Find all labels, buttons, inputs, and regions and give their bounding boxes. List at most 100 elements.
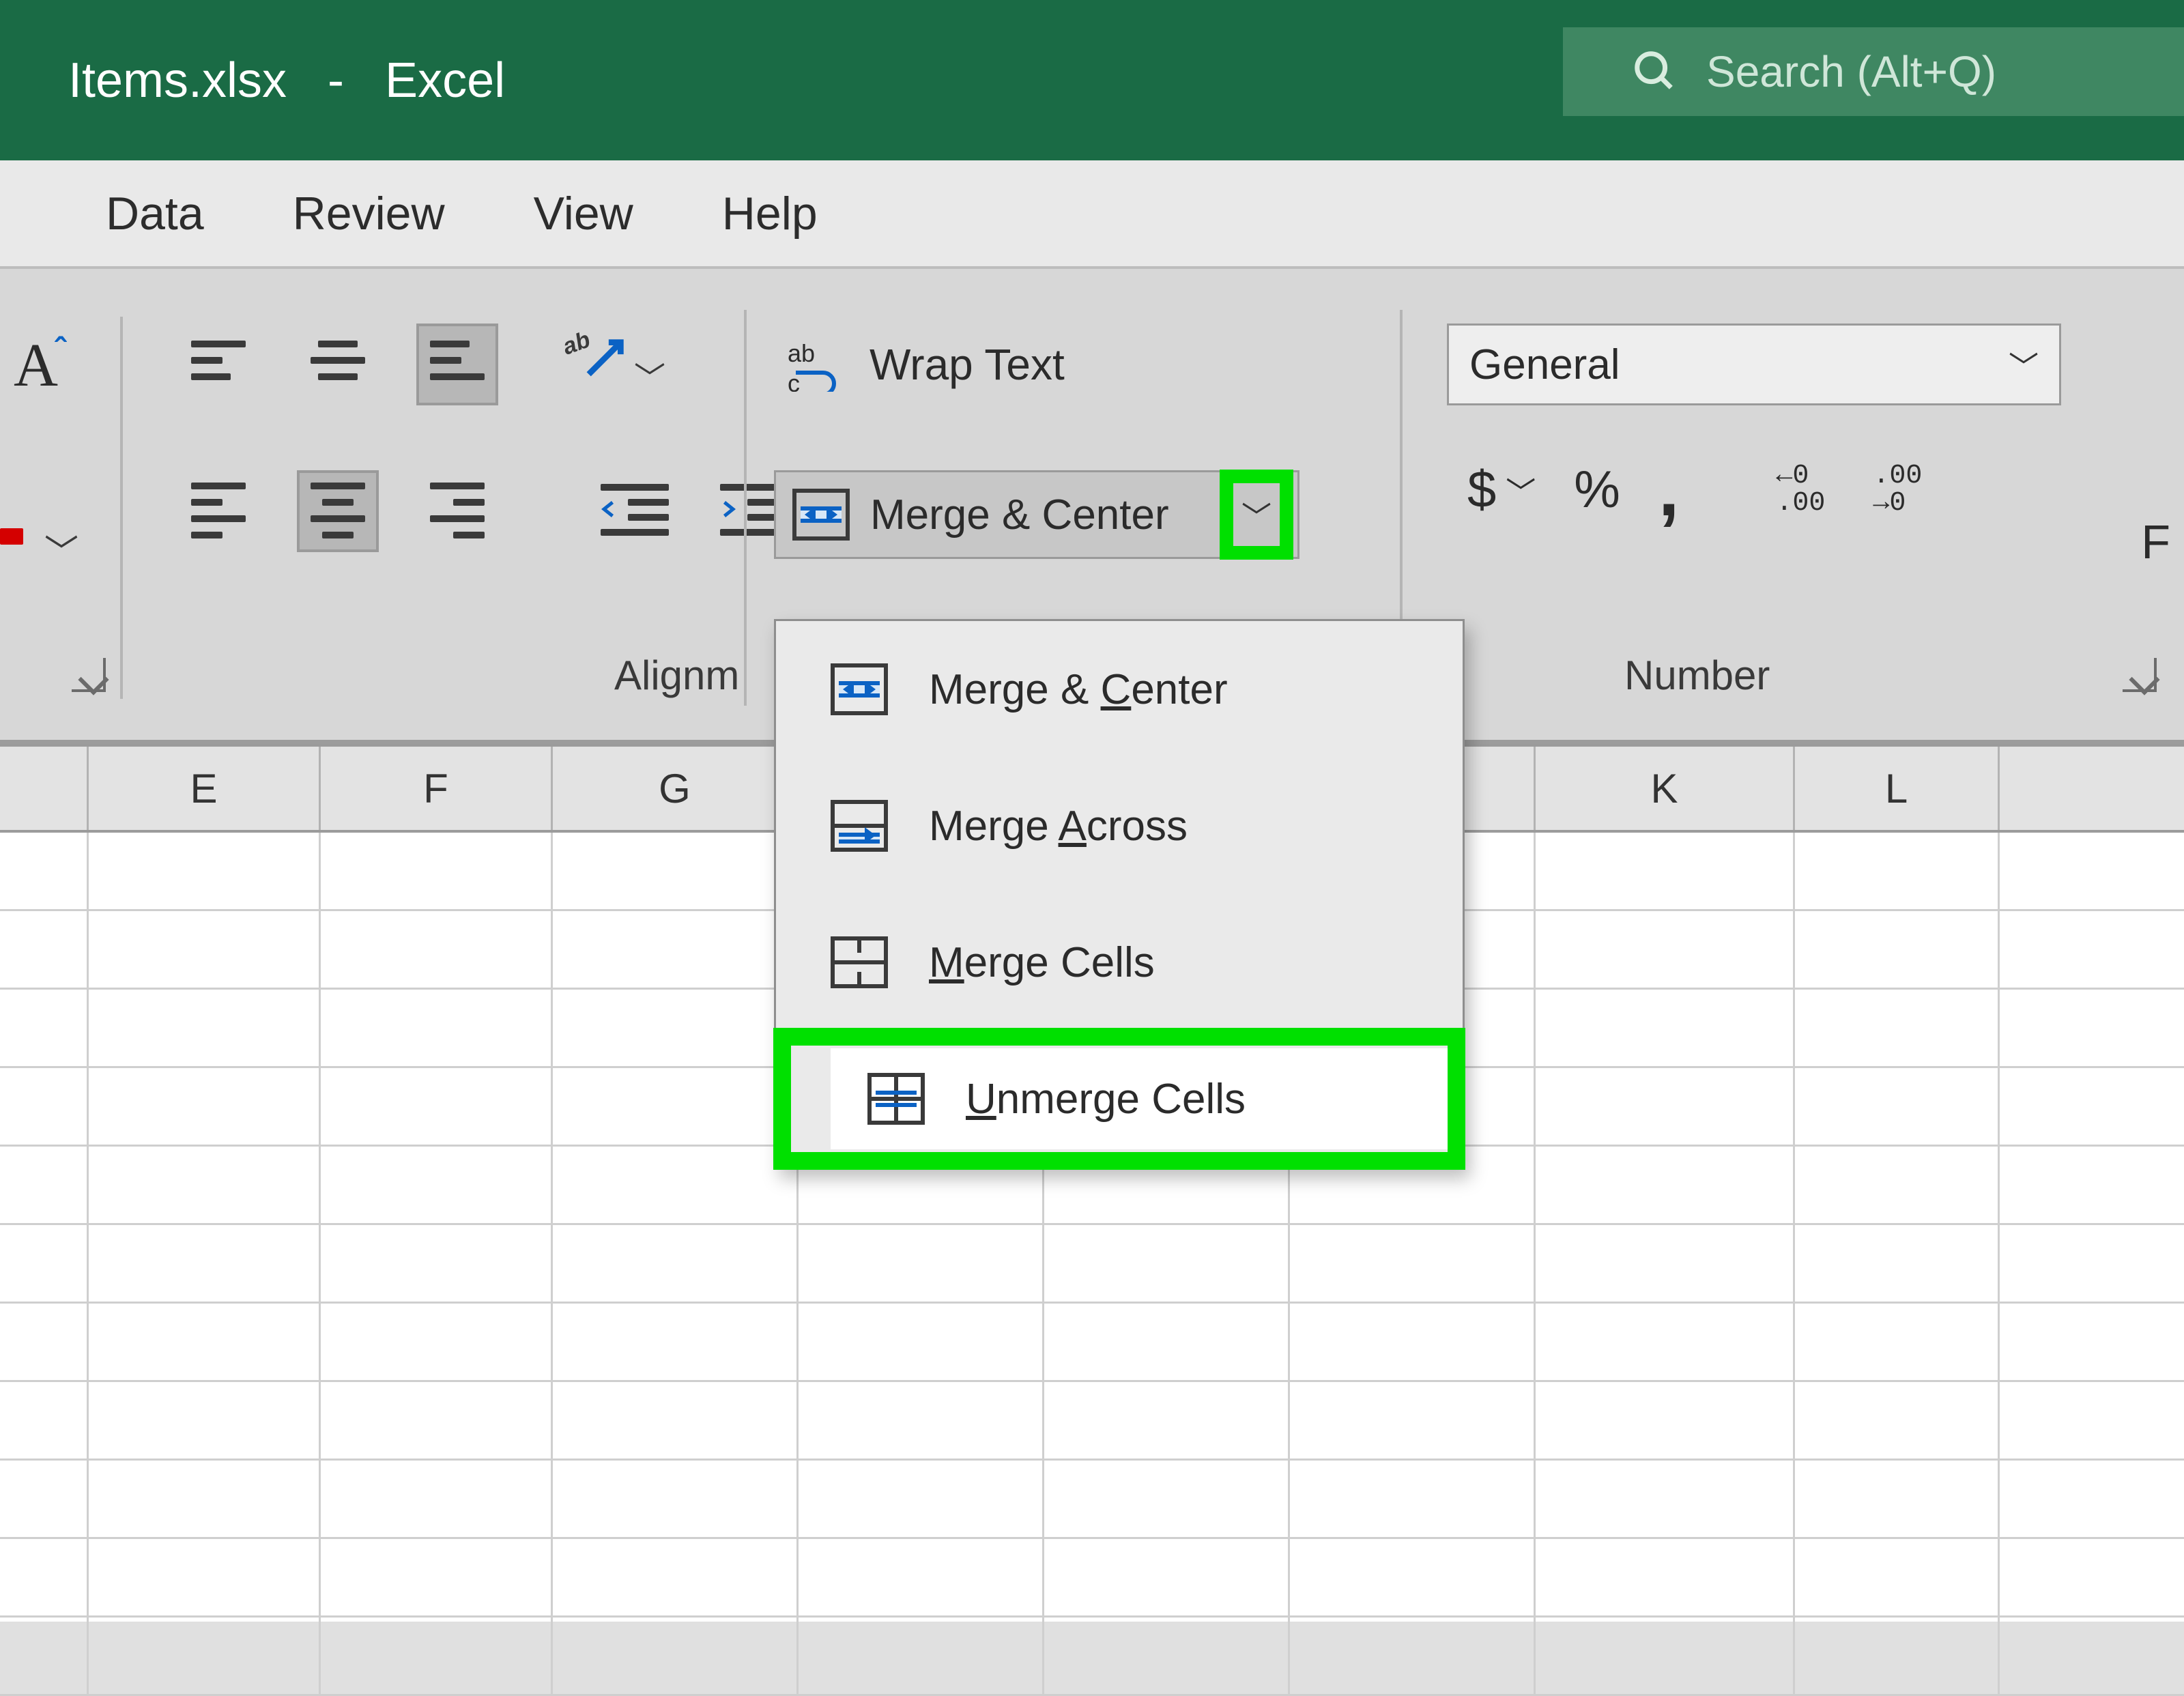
increase-decimal-button[interactable]: ←0.00 <box>1776 463 1835 517</box>
column-header[interactable]: E <box>89 747 321 830</box>
cell[interactable] <box>1536 990 1795 1066</box>
cell[interactable] <box>0 1225 89 1302</box>
cell[interactable] <box>553 1618 799 1694</box>
cell[interactable] <box>1536 833 1795 909</box>
menu-unmerge-cells[interactable]: Unmerge Cells <box>776 1031 1463 1167</box>
align-right-button[interactable] <box>416 470 498 552</box>
cell[interactable] <box>0 1382 89 1458</box>
cell[interactable] <box>1536 1225 1795 1302</box>
cell[interactable] <box>0 990 89 1066</box>
tab-review[interactable]: Review <box>293 187 445 240</box>
cell[interactable] <box>1795 833 2000 909</box>
number-group-launcher[interactable] <box>2123 658 2157 692</box>
cell[interactable] <box>1290 1304 1536 1380</box>
percent-format-button[interactable]: % <box>1574 460 1620 519</box>
cell[interactable] <box>1795 1147 2000 1223</box>
grid-row[interactable] <box>0 1539 2184 1618</box>
cell[interactable] <box>321 1461 553 1537</box>
cell[interactable] <box>321 990 553 1066</box>
cell[interactable] <box>1795 1461 2000 1537</box>
grid-row[interactable] <box>0 1382 2184 1461</box>
number-format-select[interactable]: General ﹀ <box>1447 324 2061 405</box>
cell[interactable] <box>1536 911 1795 988</box>
cell[interactable] <box>553 833 799 909</box>
align-left-button[interactable] <box>177 470 259 552</box>
cell[interactable] <box>89 1225 321 1302</box>
grid-row[interactable] <box>0 1461 2184 1539</box>
cell[interactable] <box>89 833 321 909</box>
grow-font-button[interactable]: A <box>14 330 58 401</box>
cell[interactable] <box>89 1618 321 1694</box>
cell[interactable] <box>553 1225 799 1302</box>
accounting-format-button[interactable]: $ ﹀ <box>1467 460 1536 519</box>
cell[interactable] <box>89 1068 321 1145</box>
cell[interactable] <box>553 911 799 988</box>
cell[interactable] <box>799 1225 1044 1302</box>
cell[interactable] <box>1290 1461 1536 1537</box>
column-header[interactable]: F <box>321 747 553 830</box>
grid-row[interactable] <box>0 1225 2184 1304</box>
cell[interactable] <box>799 1304 1044 1380</box>
cell[interactable] <box>1795 1068 2000 1145</box>
align-center-button[interactable] <box>297 470 379 552</box>
cell[interactable] <box>89 911 321 988</box>
align-top-button[interactable] <box>177 324 259 405</box>
cell[interactable] <box>321 911 553 988</box>
grid-row[interactable] <box>0 1618 2184 1696</box>
cell[interactable] <box>89 1147 321 1223</box>
tab-data[interactable]: Data <box>106 187 204 240</box>
tab-view[interactable]: View <box>534 187 633 240</box>
decrease-decimal-button[interactable]: .00→0 <box>1873 463 1931 517</box>
cell[interactable] <box>321 1304 553 1380</box>
cell[interactable] <box>1795 1304 2000 1380</box>
cell[interactable] <box>553 1382 799 1458</box>
cell[interactable] <box>1044 1461 1290 1537</box>
cell[interactable] <box>1044 1225 1290 1302</box>
cell[interactable] <box>553 1461 799 1537</box>
cell[interactable] <box>1044 1304 1290 1380</box>
wrap-text-button[interactable]: ab c Wrap Text <box>788 330 1231 399</box>
cell[interactable] <box>1536 1461 1795 1537</box>
cell[interactable] <box>799 1382 1044 1458</box>
cell[interactable] <box>321 1382 553 1458</box>
cell[interactable] <box>1536 1304 1795 1380</box>
cell[interactable] <box>553 990 799 1066</box>
cell[interactable] <box>1536 1068 1795 1145</box>
cell[interactable] <box>799 1618 1044 1694</box>
tab-help[interactable]: Help <box>722 187 818 240</box>
cell[interactable] <box>1795 1225 2000 1302</box>
cell[interactable] <box>1290 1225 1536 1302</box>
merge-center-button[interactable]: Merge & Center ﹀ <box>774 470 1299 559</box>
cell[interactable] <box>321 1147 553 1223</box>
cell[interactable] <box>0 1618 89 1694</box>
cell[interactable] <box>553 1539 799 1615</box>
cell[interactable] <box>0 1068 89 1145</box>
cell[interactable] <box>1044 1618 1290 1694</box>
menu-merge-across[interactable]: Merge Across <box>776 758 1463 894</box>
merge-center-dropdown[interactable]: ﹀ <box>1225 475 1288 554</box>
cell[interactable] <box>0 833 89 909</box>
cell[interactable] <box>89 1461 321 1537</box>
cell[interactable] <box>321 1539 553 1615</box>
cell[interactable] <box>321 833 553 909</box>
cell[interactable] <box>89 1539 321 1615</box>
orientation-button[interactable]: ab ﹀ <box>536 324 659 405</box>
search-box[interactable]: Search (Alt+Q) <box>1563 27 2184 116</box>
cell[interactable] <box>1536 1539 1795 1615</box>
font-color-dropdown[interactable]: ﹀ <box>44 525 78 574</box>
cell[interactable] <box>0 1304 89 1380</box>
cell[interactable] <box>1044 1382 1290 1458</box>
cell[interactable] <box>1795 990 2000 1066</box>
cell[interactable] <box>89 1382 321 1458</box>
font-color-swatch[interactable] <box>0 528 23 545</box>
font-group-launcher[interactable] <box>72 658 106 692</box>
cell[interactable] <box>1536 1382 1795 1458</box>
cell[interactable] <box>1536 1147 1795 1223</box>
cell[interactable] <box>1290 1539 1536 1615</box>
menu-merge-and-center[interactable]: Merge & Center <box>776 621 1463 758</box>
cell[interactable] <box>799 1539 1044 1615</box>
cell[interactable] <box>1044 1539 1290 1615</box>
cell[interactable] <box>1795 1382 2000 1458</box>
cell[interactable] <box>553 1304 799 1380</box>
cell[interactable] <box>0 1461 89 1537</box>
